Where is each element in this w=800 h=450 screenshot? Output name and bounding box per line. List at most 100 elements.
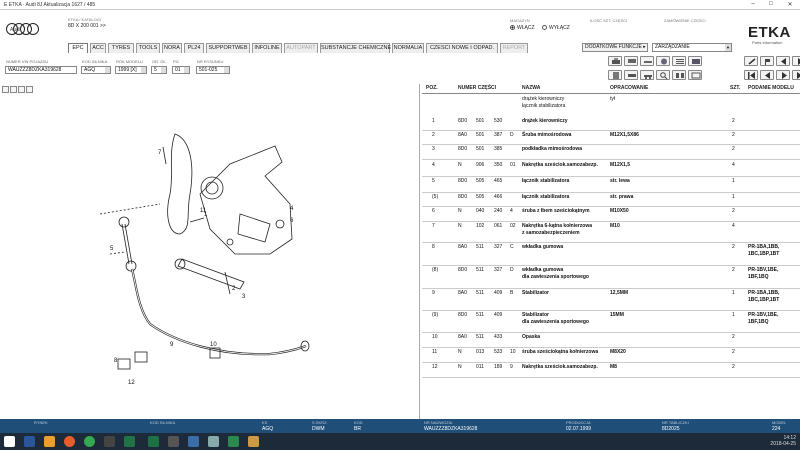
compare-button[interactable] [672,70,686,80]
main-group-label: GR. GŁ. [152,59,167,64]
callout-12[interactable]: 12 [128,380,135,386]
part-main: 906 [476,162,485,168]
tab-czesci-nowe-i-odpad[interactable]: CZESCI NOWE I ODPAD. [426,43,498,53]
callout-8[interactable]: 8 [114,358,118,364]
row-position: 11 [432,349,438,355]
next-page-button[interactable] [792,56,800,66]
document-icon [613,72,619,79]
tab-acc[interactable]: ACC [90,43,106,53]
model-value[interactable]: 8D X 200 001 >> [68,23,106,29]
callout-3[interactable]: 3 [242,294,246,300]
year-select[interactable]: 1999 [X] [115,66,147,74]
tool-button[interactable] [640,56,654,66]
zoom-fit-icon[interactable] [18,86,25,93]
prev-page-button[interactable] [776,56,790,66]
part-quantity: 4 [732,162,735,168]
battery-button[interactable] [624,70,638,80]
sub-group-select[interactable]: 01 [172,66,190,74]
table-row[interactable]: 5 8D0 505 465 łącznik stabilizatora str. lewa… [422,178,800,193]
table-row[interactable]: (9) 8D0 511 409 Stabilizator dla zawieszenia … [422,312,800,333]
cart-button[interactable] [624,56,638,66]
print-button[interactable] [608,56,622,66]
table-row[interactable]: (5) 8D0 505 466 łącznik stabilizatora str. pr… [422,194,800,207]
table-row[interactable]: (8) 8D0 511 327 Dwkładka gumowa dla zawieszen… [422,267,800,289]
tab-epc[interactable]: EPC [68,43,88,53]
part-quantity: 2 [732,267,735,273]
maximize-button[interactable]: □ [762,1,780,9]
list-button[interactable] [672,56,686,66]
table-row[interactable]: 9 8A0 511 409 B Stabilizator 12,5MM 1 PR-1BA,1BB… [422,290,800,311]
zoom-in-icon[interactable] [2,86,9,93]
table-row[interactable]: 12 N 011 189 9 Nakrętka sześciok.samozabezp. M… [422,364,800,378]
table-row[interactable]: 2 8A0 501 387 D Śruba mimośrodowa M12X1,5X86 2 [422,132,800,145]
table-row[interactable]: 10 8A0 511 433 Opaska 2 [422,334,800,348]
table-row[interactable]: 1 8D0 501 530 drążek kierowniczy 2 [422,118,800,131]
flag-button[interactable] [760,56,774,66]
app-icon[interactable] [104,436,115,447]
tab-autopart[interactable]: AUTOPART [284,43,318,53]
table-row[interactable]: 8 8A0 511 327 Cwkładka gumowa 2 PR-1BA,1BB, 1BC… [422,244,800,266]
orange-app-icon[interactable] [248,436,259,447]
main-group-select[interactable]: 5 [151,66,167,74]
engine-select[interactable]: AGQ [81,66,111,74]
table-row[interactable]: 4 N 906 350 01 Nakrętka sześciok.samozabezp. M… [422,162,800,177]
info-button[interactable] [656,56,670,66]
tab-tools[interactable]: TOOLS [136,43,160,53]
tab-infoline[interactable]: INFOLINE [252,43,282,53]
callout-6[interactable]: 6 [290,218,294,224]
car-button[interactable] [640,70,654,80]
close-button[interactable]: ✕ [781,1,799,9]
zoom-reset-icon[interactable] [26,86,33,93]
tab-supportweb[interactable]: SUPPORTWEB [206,43,250,53]
callout-10[interactable]: 10 [210,342,217,348]
callout-4[interactable]: 4 [290,206,294,212]
tab-substancje-chemiczne[interactable]: SUBSTANCJE CHEMICZNE [320,43,391,53]
table-row[interactable]: 11 N 013 533 10 śruba sześciokątna kołnierzow… [422,349,800,363]
green-app-icon[interactable] [228,436,239,447]
search-button[interactable] [656,70,670,80]
callout-5[interactable]: 5 [110,246,114,252]
tab-tyres[interactable]: TYRES [108,43,134,53]
part-suffix: 189 [494,364,503,370]
extra-functions-button[interactable]: DODATKOWE FUNKCJE ▸ [582,43,648,52]
tab-nora[interactable]: NORA [162,43,182,53]
table-row[interactable]: 7 N 102 061 02 Nakrętka 6-kątna kołnierzowa z … [422,223,800,243]
table-row[interactable]: 6 N 040 240 4 śruba z łbem sześciokątnym M10X5… [422,208,800,222]
viewer-icon[interactable] [208,436,219,447]
mail-button[interactable] [688,70,702,80]
vin-field[interactable]: WAUZZZ8DZKA319628 [5,66,77,74]
stock-on-radio[interactable]: WŁĄCZ [510,25,535,31]
zoom-out-icon[interactable] [10,86,17,93]
terminal-icon[interactable] [168,436,179,447]
minimize-button[interactable]: – [744,1,762,9]
illustration-select[interactable]: 501-025 [196,66,230,74]
tab-report[interactable]: REPORT [500,43,528,53]
callout-9[interactable]: 9 [170,342,174,348]
word-icon[interactable] [24,436,35,447]
excel-icon-2[interactable] [148,436,159,447]
save-button[interactable] [688,56,702,66]
doc-button[interactable] [608,70,622,80]
back-button[interactable] [760,70,774,80]
tab-pl24[interactable]: PL24 [184,43,204,53]
etka-task-icon[interactable] [188,436,199,447]
stock-off-radio[interactable]: WYŁĄCZ [542,25,570,31]
first-button[interactable] [744,70,758,80]
callout-11[interactable]: 11 [200,208,207,214]
last-button[interactable] [792,70,800,80]
chrome-icon[interactable] [84,436,95,447]
firefox-icon[interactable] [64,436,75,447]
parts-illustration[interactable]: 1 2 3 4 5 6 7 8 9 10 11 12 [0,84,420,419]
system-clock[interactable]: 14:12 2018-04-25 [770,435,796,447]
part-quantity: 2 [732,118,735,124]
callout-7[interactable]: 7 [158,150,162,156]
excel-icon[interactable] [124,436,135,447]
manage-select[interactable]: ZARZĄDZANIE ▼ [652,43,732,52]
forward-button[interactable] [776,70,790,80]
start-icon[interactable] [4,436,15,447]
explorer-icon[interactable] [44,436,55,447]
table-row[interactable]: 3 8D0 501 385 podkładka mimośrodowa 2 [422,146,800,160]
tab-normalia[interactable]: NORMALIA [392,43,424,53]
pin-button[interactable] [744,56,758,66]
row-position: 6 [432,208,435,214]
